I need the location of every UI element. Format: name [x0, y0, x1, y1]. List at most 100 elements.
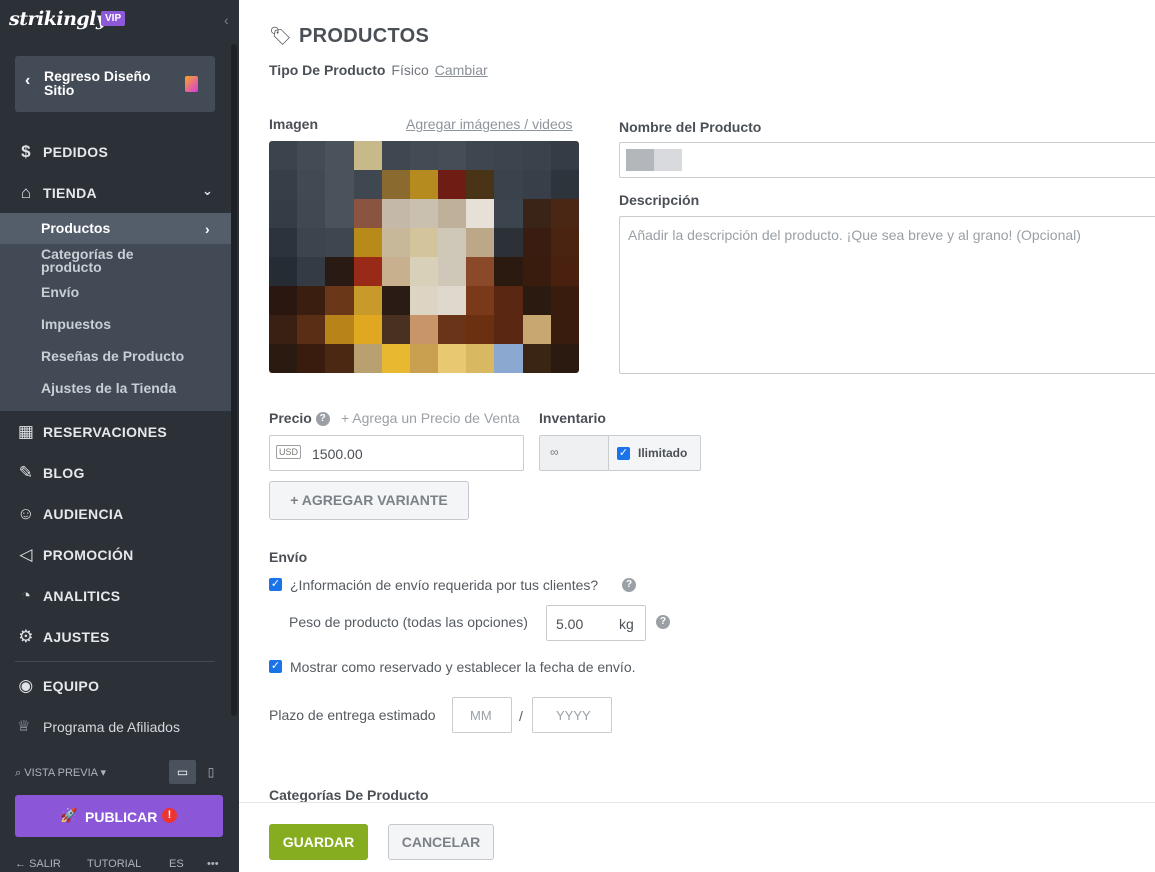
product-type-row: Tipo De Producto Físico Cambiar: [269, 62, 488, 78]
delivery-label: Plazo de entrega estimado: [269, 707, 436, 723]
trophy-icon: ♕: [17, 718, 31, 735]
nav-equipo[interactable]: ◉ EQUIPO: [0, 666, 239, 706]
product-type-value: Físico: [391, 62, 429, 78]
sidebar-item-impuestos[interactable]: Impuestos: [41, 317, 111, 331]
weight-unit: kg: [619, 616, 634, 632]
desktop-view-icon[interactable]: ▭: [169, 760, 196, 784]
add-variant-button[interactable]: + AGREGAR VARIANTE: [269, 481, 469, 520]
unlimited-checkbox[interactable]: ✓: [617, 447, 630, 460]
price-input[interactable]: USD 1500.00: [269, 435, 524, 471]
cancel-button[interactable]: CANCELAR: [388, 824, 494, 860]
delivery-year-input[interactable]: YYYY: [532, 697, 612, 733]
add-sale-price-link[interactable]: + Agrega un Precio de Venta: [341, 410, 520, 426]
nav-pedidos[interactable]: $ PEDIDOS: [0, 132, 239, 172]
sidebar-item-productos[interactable]: ›: [0, 213, 231, 244]
help-icon[interactable]: ?: [656, 615, 670, 629]
nav-promocion[interactable]: ◁ PROMOCIÓN: [0, 535, 239, 575]
exit-label: SALIR: [29, 858, 61, 870]
inventory-value: ∞: [550, 445, 559, 459]
nav-audiencia-label: AUDIENCIA: [43, 506, 124, 522]
inventory-label: Inventario: [539, 410, 606, 426]
affiliate-program-link[interactable]: Programa de Afiliados: [43, 719, 180, 735]
language-link[interactable]: ES: [169, 858, 184, 870]
app-root: strikingly VIP ‹ ‹ Regreso Diseño Sitio …: [0, 0, 1155, 872]
strikingly-logo: strikingly: [9, 8, 107, 30]
exit-link[interactable]: ← SALIR: [15, 858, 61, 870]
nav-tienda-label: TIENDA: [43, 185, 97, 201]
nav-reservaciones-label: RESERVACIONES: [43, 424, 167, 440]
site-doc-icon: [185, 76, 198, 92]
nav-promocion-label: PROMOCIÓN: [43, 547, 134, 563]
nav-tienda[interactable]: ⌂ TIENDA ⌄: [0, 173, 239, 213]
nav-ajustes[interactable]: ⚙ AJUSTES: [0, 617, 239, 657]
publish-label: PUBLICAR: [85, 809, 158, 825]
nav-blog[interactable]: ✎ BLOG: [0, 453, 239, 493]
sidebar-item-productos-label[interactable]: Productos: [41, 221, 110, 235]
add-media-link[interactable]: Agregar imágenes / videos: [406, 116, 573, 132]
product-name-input[interactable]: [619, 142, 1155, 178]
nav-analitics-label: ANALITICS: [43, 588, 121, 604]
collapse-sidebar-icon[interactable]: ‹: [224, 12, 229, 28]
team-avatars-icon: ◉: [18, 676, 34, 695]
back-to-design-label: Regreso Diseño Sitio: [44, 68, 151, 98]
image-label: Imagen: [269, 116, 319, 132]
main-panel: 🏷 PRODUCTOS Tipo De Producto Físico Cambia…: [239, 0, 1155, 872]
tag-icon: 🏷: [269, 26, 292, 46]
save-button[interactable]: GUARDAR: [269, 824, 368, 860]
price-label: Precio ?: [269, 410, 330, 427]
shipping-required-checkbox[interactable]: ✓: [269, 578, 282, 591]
warning-icon: !: [162, 808, 177, 823]
delivery-month-input[interactable]: MM: [452, 697, 512, 733]
add-variant-label: AGREGAR VARIANTE: [301, 492, 448, 508]
preview-dropdown[interactable]: ⌕ VISTA PREVIA ▾: [15, 766, 106, 780]
date-separator: /: [519, 708, 523, 724]
page-title: PRODUCTOS: [299, 25, 430, 47]
chevron-left-icon: ‹: [25, 72, 31, 89]
action-bar: GUARDAR CANCELAR: [239, 802, 1155, 872]
inventory-input[interactable]: ∞: [539, 435, 609, 471]
mobile-view-icon[interactable]: ▯: [201, 760, 221, 784]
description-textarea[interactable]: Añadir la descripción del producto. ¡Que…: [619, 216, 1155, 374]
weight-input[interactable]: 5.00 kg: [546, 605, 646, 641]
nav-pedidos-label: PEDIDOS: [43, 144, 109, 160]
sidebar-item-envio[interactable]: Envío: [41, 285, 79, 299]
unlimited-toggle[interactable]: ✓ Ilimitado: [608, 435, 701, 471]
nav-reservaciones[interactable]: ▦ RESERVACIONES: [0, 412, 239, 452]
reserved-checkbox[interactable]: ✓: [269, 660, 282, 673]
vip-badge: VIP: [101, 11, 126, 26]
publish-button[interactable]: 🚀 PUBLICAR !: [15, 795, 223, 837]
calendar-icon: ▦: [17, 422, 35, 441]
weight-label: Peso de producto (todas las opciones): [289, 614, 528, 630]
shipping-required-label: ¿Información de envío requerida por tus …: [290, 577, 599, 593]
plus-icon: +: [290, 492, 299, 508]
help-icon[interactable]: ?: [315, 412, 330, 427]
product-type-label: Tipo De Producto: [269, 62, 386, 78]
nav-ajustes-label: AJUSTES: [43, 629, 110, 645]
price-label-text: Precio: [269, 410, 312, 426]
tutorial-link[interactable]: TUTORIAL: [87, 858, 141, 870]
sidebar-item-resenas[interactable]: Reseñas de Producto: [41, 349, 184, 363]
more-icon[interactable]: •••: [207, 858, 219, 870]
back-to-design-button[interactable]: ‹ Regreso Diseño Sitio: [15, 56, 215, 112]
store-icon: ⌂: [20, 183, 32, 202]
month-placeholder: MM: [470, 708, 492, 723]
nav-equipo-label: EQUIPO: [43, 678, 100, 694]
sidebar-item-categorias[interactable]: Categorías de producto: [41, 247, 171, 274]
help-icon[interactable]: ?: [622, 578, 636, 592]
weight-value: 5.00: [556, 616, 584, 632]
preview-label: VISTA PREVIA: [24, 767, 98, 779]
unlimited-label: Ilimitado: [638, 446, 688, 460]
change-type-link[interactable]: Cambiar: [435, 62, 488, 78]
nav-audiencia[interactable]: ☺ AUDIENCIA: [0, 494, 239, 534]
year-placeholder: YYYY: [556, 708, 591, 723]
store-submenu: › Productos Categorías de producto Envío…: [0, 213, 231, 411]
categories-label: Categorías De Producto: [269, 787, 429, 803]
description-label: Descripción: [619, 192, 700, 208]
users-icon: ☺: [17, 504, 35, 523]
dollar-circle-icon: $: [21, 142, 31, 161]
product-image[interactable]: [269, 141, 579, 373]
sidebar-item-ajustes-tienda[interactable]: Ajustes de la Tienda: [41, 381, 176, 395]
nav-analitics[interactable]: ◔ ANALITICS: [0, 576, 239, 616]
sidebar: strikingly VIP ‹ ‹ Regreso Diseño Sitio …: [0, 0, 239, 872]
search-icon: ⌕: [15, 767, 22, 779]
